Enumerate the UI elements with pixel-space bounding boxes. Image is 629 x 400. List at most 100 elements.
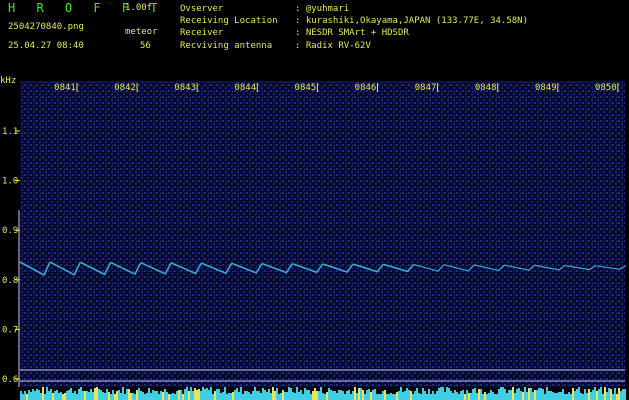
level-bar (544, 394, 546, 400)
level-bar (592, 390, 594, 400)
level-bar (618, 388, 620, 400)
x-tick-label: 0841 (54, 83, 76, 93)
level-bar (624, 389, 626, 400)
level-bar (82, 391, 84, 400)
level-bar (86, 391, 88, 400)
level-bar (582, 394, 584, 400)
level-bar (122, 387, 124, 400)
level-bar (442, 387, 444, 400)
level-bar (136, 390, 138, 400)
level-bar (160, 391, 162, 400)
level-bar (436, 391, 438, 400)
level-bar (564, 394, 566, 400)
level-bar (560, 392, 562, 400)
level-bar (534, 390, 536, 400)
level-bar (556, 393, 558, 400)
level-bar (516, 389, 518, 400)
level-bar (244, 391, 246, 400)
level-bar (322, 393, 324, 400)
level-bar (502, 387, 504, 400)
level-bar (430, 394, 432, 400)
level-bar (280, 393, 282, 400)
level-bar (154, 391, 156, 400)
level-bar (542, 389, 544, 400)
level-bar (264, 390, 266, 400)
level-bar (476, 393, 478, 400)
level-bar (380, 394, 382, 400)
level-bar (596, 391, 598, 400)
level-bar (198, 389, 200, 400)
level-bar (156, 391, 158, 400)
level-bar (494, 394, 496, 400)
level-bar (114, 394, 116, 400)
level-bar (190, 387, 192, 400)
x-tick-label: 0849 (535, 83, 557, 93)
level-bar (620, 391, 622, 400)
x-tick-label: 0846 (355, 83, 377, 93)
level-bar (232, 392, 234, 400)
level-bar (316, 391, 318, 400)
level-bar (298, 392, 300, 400)
level-bar (458, 394, 460, 400)
level-bar (422, 388, 424, 400)
level-bar (180, 390, 182, 400)
level-bar (126, 389, 128, 400)
info-row-location: Receiving Location: kurashiki,Okayama,JA… (180, 15, 528, 27)
level-bar (604, 387, 606, 400)
level-bar (548, 391, 550, 400)
level-bar (482, 394, 484, 400)
level-bar (344, 394, 346, 400)
level-bar (276, 388, 278, 400)
level-bar (302, 394, 304, 400)
info-value: : Radix RV-62V (295, 40, 371, 51)
level-bar (486, 394, 488, 400)
level-bar (202, 387, 204, 400)
level-bar (228, 393, 230, 400)
level-bar (546, 387, 548, 400)
level-bar (40, 393, 42, 400)
level-bar (572, 388, 574, 400)
level-bar (372, 390, 374, 400)
level-bar (98, 389, 100, 400)
level-bar (450, 391, 452, 400)
level-bar (530, 388, 532, 400)
level-bar (214, 391, 216, 400)
level-bar (402, 392, 404, 400)
level-bar (404, 391, 406, 400)
level-bar (146, 393, 148, 400)
level-bar (152, 390, 154, 400)
level-bar (248, 392, 250, 400)
level-bar (270, 393, 272, 400)
station-info: Ovserver: @yuhmari Receiving Location: k… (180, 3, 528, 52)
level-bar (590, 392, 592, 400)
level-bar (444, 392, 446, 400)
level-bar (22, 394, 24, 400)
level-bar (346, 391, 348, 400)
level-bar (414, 391, 416, 400)
level-bar (586, 393, 588, 400)
level-bar (368, 389, 370, 400)
level-bar (332, 391, 334, 400)
level-bar (374, 389, 376, 400)
level-bar (452, 393, 454, 400)
level-bar (268, 389, 270, 400)
level-bar (498, 389, 500, 400)
level-bar (400, 387, 402, 400)
level-bar (176, 391, 178, 400)
y-tick-label: 1.1 (2, 127, 18, 137)
info-value: : NESDR SMArt + HDSDR (295, 28, 409, 39)
level-bar (54, 391, 56, 400)
level-bar (616, 394, 618, 400)
level-bar (186, 387, 188, 400)
level-bar (120, 393, 122, 400)
level-bar (204, 389, 206, 400)
level-bar (174, 394, 176, 400)
level-bar (474, 388, 476, 400)
level-bar (552, 392, 554, 400)
level-bar (258, 391, 260, 400)
level-bar (606, 392, 608, 400)
level-bar (340, 390, 342, 400)
level-bar (20, 391, 22, 400)
level-bar (72, 393, 74, 400)
level-bar (34, 391, 36, 400)
